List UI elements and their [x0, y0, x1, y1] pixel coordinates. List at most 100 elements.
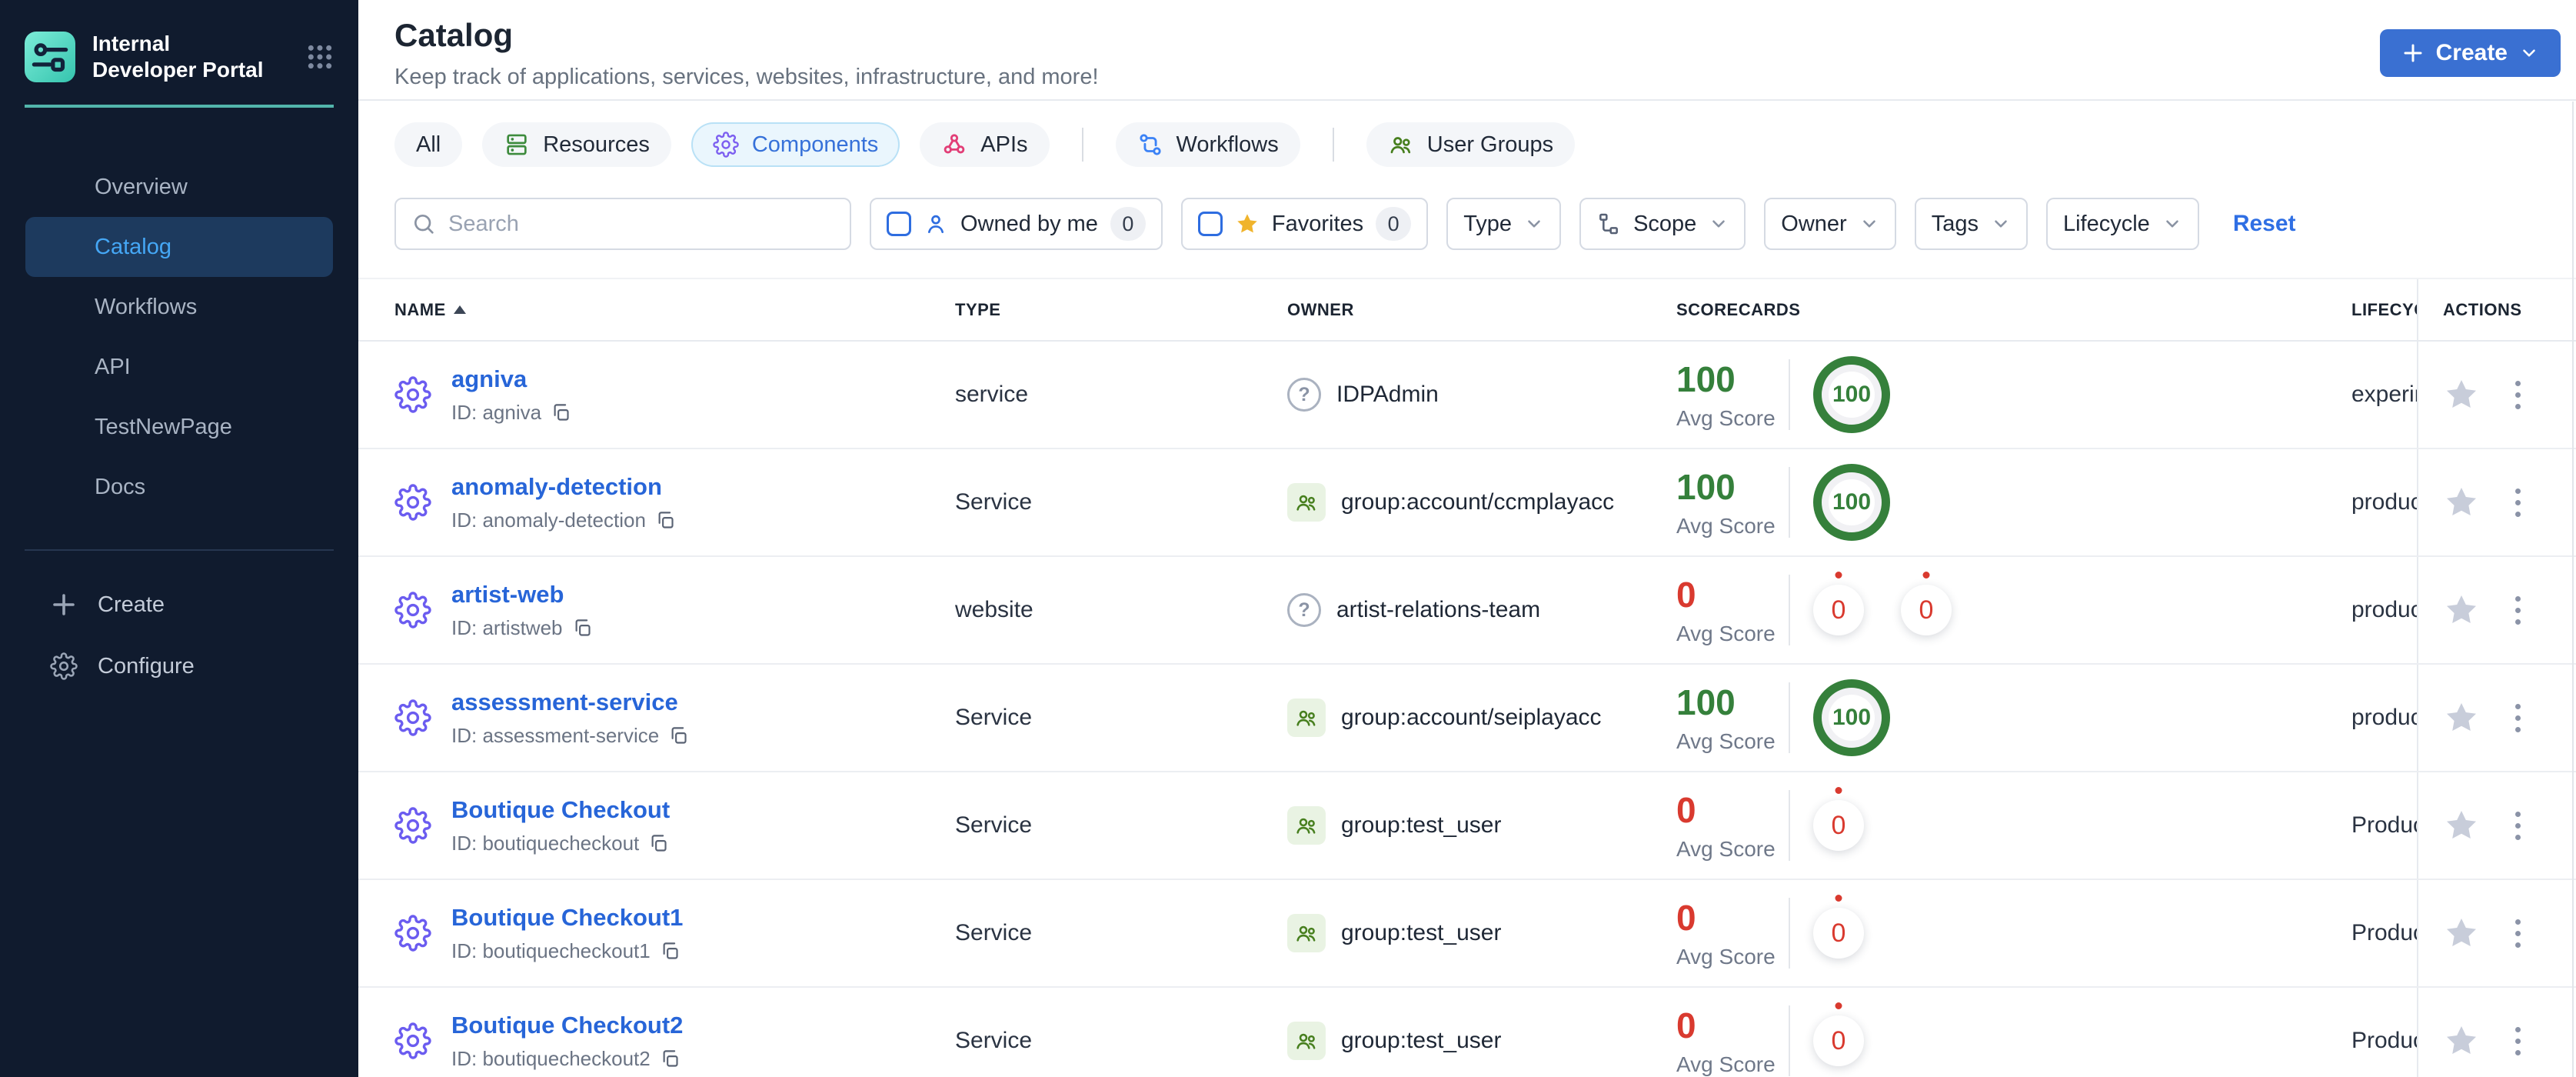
tab-workflows[interactable]: Workflows	[1115, 122, 1300, 167]
entity-name-link[interactable]: Boutique Checkout2	[451, 1012, 683, 1039]
sidebar-nav: Overview Catalog Workflows API TestNewPa…	[0, 157, 358, 517]
scorecard-divider	[1789, 790, 1790, 861]
avg-score-label: Avg Score	[1676, 1052, 1776, 1076]
copy-icon[interactable]	[655, 510, 676, 531]
row-menu-button[interactable]	[2511, 699, 2525, 737]
row-menu-button[interactable]	[2511, 484, 2525, 522]
sidebar-item-overview[interactable]: Overview	[0, 157, 358, 217]
column-header-actions: ACTIONS	[2417, 279, 2576, 340]
row-menu-button[interactable]	[2511, 592, 2525, 629]
favorite-star-button[interactable]	[2443, 376, 2480, 413]
owned-by-me-filter[interactable]: Owned by me 0	[870, 198, 1163, 250]
entity-name-link[interactable]: Boutique Checkout	[451, 796, 670, 824]
row-menu-button[interactable]	[2511, 1022, 2525, 1060]
sidebar-item-docs[interactable]: Docs	[0, 457, 358, 517]
favorite-star-button[interactable]	[2443, 1022, 2480, 1059]
copy-icon[interactable]	[660, 941, 681, 962]
owner-name: group:test_user	[1341, 812, 1502, 838]
sidebar-item-workflows[interactable]: Workflows	[0, 277, 358, 337]
column-header-lifecycle[interactable]: LIFECYCLE	[2351, 300, 2417, 320]
reset-filters-link[interactable]: Reset	[2233, 211, 2296, 237]
sidebar-item-catalog[interactable]: Catalog	[25, 217, 333, 278]
column-header-name[interactable]: NAME	[394, 300, 466, 320]
column-header-type[interactable]: TYPE	[932, 300, 1287, 320]
copy-icon[interactable]	[660, 1049, 681, 1069]
favorite-star-button[interactable]	[2443, 699, 2480, 736]
row-menu-button[interactable]	[2511, 376, 2525, 414]
sidebar-divider	[25, 549, 334, 552]
entity-id: ID: boutiquecheckout1	[451, 939, 651, 962]
column-header-scorecards[interactable]: SCORECARDS	[1676, 300, 2351, 320]
entity-id: ID: boutiquecheckout2	[451, 1046, 651, 1070]
type-dropdown[interactable]: Type	[1446, 198, 1562, 250]
scorecard-divider	[1789, 467, 1790, 538]
search-icon	[411, 212, 436, 236]
owner-dropdown[interactable]: Owner	[1764, 198, 1896, 250]
search-box[interactable]	[394, 198, 851, 250]
scorecard-ring[interactable]: 100	[1813, 464, 1890, 541]
component-gear-icon	[394, 376, 431, 413]
tab-workflows-label: Workflows	[1176, 132, 1279, 157]
favorite-star-button[interactable]	[2443, 807, 2480, 844]
scorecard-ring[interactable]: 100	[1813, 679, 1890, 756]
favorite-star-button[interactable]	[2443, 592, 2480, 629]
tab-apis[interactable]: APIs	[920, 122, 1050, 167]
scorecard-ring[interactable]: 0	[1901, 585, 1952, 635]
column-header-owner[interactable]: OWNER	[1287, 300, 1676, 320]
entity-type: Service	[955, 489, 1033, 515]
sidebar-create-button[interactable]: Create	[0, 574, 358, 635]
sidebar-create-label: Create	[98, 592, 165, 617]
entity-name-link[interactable]: assessment-service	[451, 689, 689, 716]
lifecycle-value: production	[2351, 489, 2417, 515]
favorites-checkbox[interactable]	[1197, 212, 1223, 236]
avg-score-value: 100	[1676, 467, 1736, 507]
owned-by-me-checkbox[interactable]	[887, 212, 911, 236]
tab-group-divider	[1332, 128, 1334, 162]
owner-name: group:test_user	[1341, 920, 1502, 945]
scorecard-divider	[1789, 575, 1790, 645]
scorecard-ring[interactable]: 100	[1813, 356, 1890, 433]
entity-name-link[interactable]: artist-web	[451, 581, 593, 609]
scorecard-ring[interactable]: 0	[1813, 800, 1864, 851]
copy-icon[interactable]	[668, 725, 689, 746]
apps-grid-icon[interactable]	[305, 42, 335, 72]
entity-name-link[interactable]: anomaly-detection	[451, 473, 676, 501]
scorecard-ring[interactable]: 0	[1813, 585, 1864, 635]
copy-icon[interactable]	[572, 618, 593, 639]
row-menu-button[interactable]	[2511, 915, 2525, 952]
favorites-filter[interactable]: Favorites 0	[1180, 198, 1429, 250]
favorite-star-button[interactable]	[2443, 915, 2480, 952]
entity-name-link[interactable]: agniva	[451, 365, 571, 393]
copy-icon[interactable]	[648, 833, 669, 854]
row-menu-button[interactable]	[2511, 807, 2525, 845]
favorite-star-button[interactable]	[2443, 484, 2480, 521]
scope-dropdown[interactable]: Scope	[1579, 198, 1746, 250]
create-button[interactable]: Create	[2379, 29, 2561, 77]
tab-components[interactable]: Components	[691, 122, 900, 167]
table-row: agniva ID: agniva service ? IDPAdmin 100…	[358, 342, 2576, 449]
sidebar-configure-button[interactable]: Configure	[0, 635, 358, 697]
owner-name: group:account/ccmplayacc	[1341, 489, 1615, 515]
scorecard-rings: 100	[1813, 356, 1890, 433]
tags-dropdown[interactable]: Tags	[1914, 198, 2028, 250]
lifecycle-dropdown[interactable]: Lifecycle	[2045, 198, 2199, 250]
sidebar-configure-label: Configure	[98, 653, 195, 679]
scorecard-ring[interactable]: 0	[1813, 908, 1864, 959]
sort-asc-icon	[453, 305, 466, 314]
tab-resources[interactable]: Resources	[482, 122, 671, 167]
tab-group-divider	[1081, 128, 1083, 162]
scorecard-ring[interactable]: 0	[1813, 1015, 1864, 1066]
tab-user-groups-label: User Groups	[1426, 132, 1554, 157]
search-input[interactable]	[448, 211, 834, 237]
group-icon	[1287, 1022, 1326, 1060]
entity-id: ID: assessment-service	[451, 723, 660, 747]
tab-all[interactable]: All	[394, 122, 463, 167]
tab-user-groups[interactable]: User Groups	[1366, 122, 1576, 167]
avg-score-label: Avg Score	[1676, 729, 1776, 753]
sidebar-item-api[interactable]: API	[0, 337, 358, 397]
scrollbar-track[interactable]	[2572, 102, 2574, 1077]
sidebar-item-testnewpage[interactable]: TestNewPage	[0, 397, 358, 457]
component-gear-icon	[394, 1022, 431, 1059]
copy-icon[interactable]	[551, 402, 571, 423]
entity-name-link[interactable]: Boutique Checkout1	[451, 904, 683, 932]
